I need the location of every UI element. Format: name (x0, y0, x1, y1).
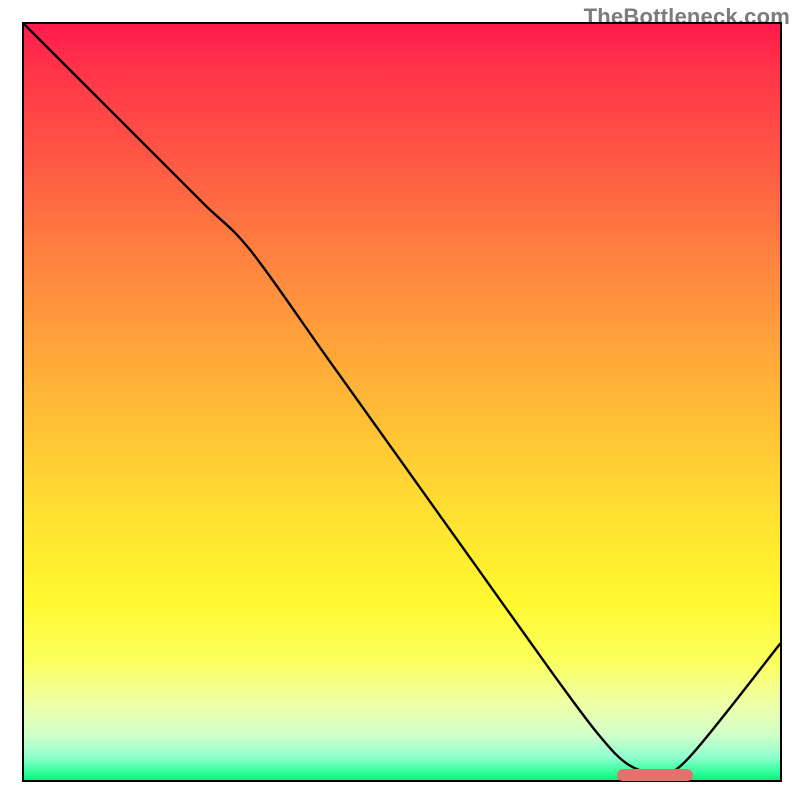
bottleneck-curve-path (24, 24, 780, 773)
plot-area (22, 22, 782, 782)
curve-svg (24, 24, 780, 780)
chart-container: TheBottleneck.com (0, 0, 800, 800)
optimal-range-marker (617, 769, 693, 781)
